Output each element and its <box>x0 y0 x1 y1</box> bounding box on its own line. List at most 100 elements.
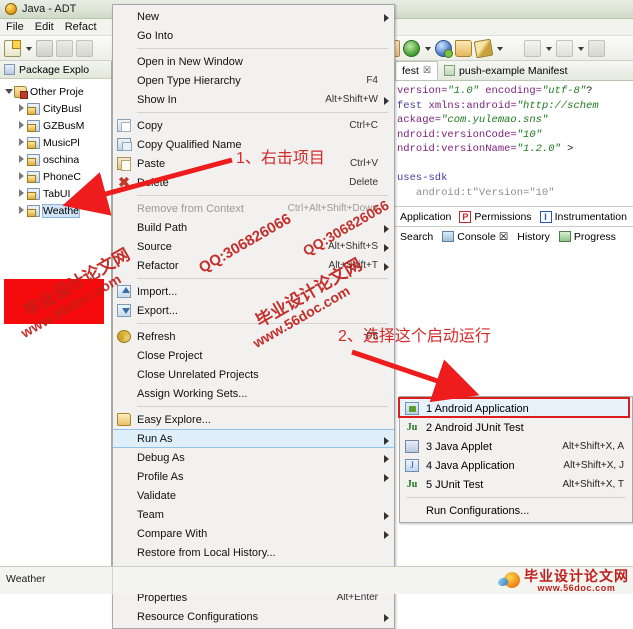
twisty-expanded-icon[interactable] <box>4 87 13 96</box>
tab-label: History <box>517 230 550 243</box>
menu-item-delete[interactable]: ✖ Delete Delete <box>113 173 394 192</box>
tab-instrumentation[interactable]: I Instrumentation <box>537 210 630 223</box>
menu-item-source[interactable]: Source Alt+Shift+S <box>113 237 394 256</box>
twisty-collapsed-icon[interactable] <box>17 189 26 198</box>
menu-item-assign-working-sets[interactable]: Assign Working Sets... <box>113 384 394 403</box>
save-icon[interactable] <box>36 39 53 57</box>
dropdown-arrow-icon[interactable] <box>576 40 585 57</box>
submenu-item-label: Run Configurations... <box>426 504 530 517</box>
tab-permissions[interactable]: P Permissions <box>456 210 534 223</box>
menu-item-debug-as[interactable]: Debug As <box>113 448 394 467</box>
submenu-arrow-icon <box>384 614 389 622</box>
menu-item-team[interactable]: Team <box>113 505 394 524</box>
tab-history[interactable]: History <box>514 231 553 243</box>
menu-item-copy[interactable]: Copy Ctrl+C <box>113 116 394 135</box>
menu-item-compare-with[interactable]: Compare With <box>113 524 394 543</box>
tree-item-weather[interactable]: Weathe <box>0 202 111 219</box>
tree-item-oschina[interactable]: oschina <box>0 151 111 168</box>
submenu-separator <box>406 497 626 498</box>
menu-item-validate[interactable]: Validate <box>113 486 394 505</box>
refresh-icon <box>117 330 131 343</box>
submenu-arrow-icon <box>384 455 389 463</box>
tree-item-tabui[interactable]: TabUI <box>0 185 111 202</box>
new-document-icon[interactable] <box>4 39 21 57</box>
tab-search[interactable]: Search <box>397 231 436 243</box>
dropdown-arrow-icon[interactable] <box>544 40 553 57</box>
twisty-collapsed-icon[interactable] <box>17 155 26 164</box>
tab-progress[interactable]: Progress <box>556 231 619 243</box>
menu-item-go-into[interactable]: Go Into <box>113 26 394 45</box>
run-icon[interactable] <box>403 39 420 57</box>
print-icon[interactable] <box>76 39 93 57</box>
menu-item-run-as[interactable]: Run As <box>113 429 394 448</box>
tree-item-other-projects[interactable]: Other Proje <box>0 83 111 100</box>
tree-item-gzbusm[interactable]: GZBusM <box>0 117 111 134</box>
dropdown-arrow-icon[interactable] <box>24 40 33 57</box>
menu-item-open-type-hierarchy[interactable]: Open Type Hierarchy F4 <box>113 71 394 90</box>
code-view[interactable]: version="1.0" encoding="utf-8"? fest xml… <box>395 81 633 206</box>
menu-item-export[interactable]: Export... <box>113 301 394 320</box>
tab-application[interactable]: Application <box>397 211 454 223</box>
tree-item-citybus[interactable]: CityBusl <box>0 100 111 117</box>
menu-item-show-in[interactable]: Show In Alt+Shift+W <box>113 90 394 109</box>
menu-item-label: Resource Configurations <box>137 610 259 623</box>
editor-tab-manifest[interactable]: fest ☒ <box>395 61 439 80</box>
menu-item-refactor[interactable]: Refactor Alt+Shift+T <box>113 256 394 275</box>
tree-item-phonec[interactable]: PhoneC <box>0 168 111 185</box>
tree-item-musicpl[interactable]: MusicPl <box>0 134 111 151</box>
menu-item-edit[interactable]: Edit <box>35 21 54 33</box>
run-as-submenu: 1 Android Application Ju 2 Android JUnit… <box>398 396 633 523</box>
open-folder-icon[interactable] <box>455 39 472 57</box>
editor-tab-push-example[interactable]: push-example Manifest <box>438 61 574 80</box>
twisty-collapsed-icon[interactable] <box>17 121 26 130</box>
dropdown-arrow-icon[interactable] <box>495 40 504 57</box>
twisty-collapsed-icon[interactable] <box>17 138 26 147</box>
package-explorer-tab-label: Package Explo <box>19 63 90 76</box>
submenu-item-android-junit-test[interactable]: Ju 2 Android JUnit Test <box>400 418 632 437</box>
back-icon[interactable] <box>588 39 605 57</box>
menu-item-build-path[interactable]: Build Path <box>113 218 394 237</box>
twisty-collapsed-icon[interactable] <box>17 172 26 181</box>
edit-icon[interactable] <box>473 38 494 58</box>
menu-item-accelerator: Ctrl+C <box>349 120 378 131</box>
close-icon[interactable]: ☒ <box>499 231 508 243</box>
run-dropdown-arrow-icon[interactable] <box>423 40 432 57</box>
next-annotation-icon[interactable] <box>524 39 541 57</box>
twisty-collapsed-icon[interactable] <box>17 206 26 215</box>
submenu-item-java-applet[interactable]: 3 Java Applet Alt+Shift+X, A <box>400 437 632 456</box>
menu-item-import[interactable]: Import... <box>113 282 394 301</box>
submenu-arrow-icon <box>384 474 389 482</box>
menu-item-close-project[interactable]: Close Project <box>113 346 394 365</box>
folder-icon <box>117 413 131 426</box>
menu-item-file[interactable]: File <box>6 21 24 33</box>
debug-icon[interactable] <box>435 39 453 58</box>
menu-item-resource-configurations[interactable]: Resource Configurations <box>113 607 394 626</box>
tree-item-label: CityBusl <box>43 102 82 115</box>
menu-item-close-unrelated-projects[interactable]: Close Unrelated Projects <box>113 365 394 384</box>
menu-separator <box>137 278 388 279</box>
menu-item-refactor[interactable]: Refact <box>65 21 97 33</box>
tab-package-explorer[interactable]: Package Explo <box>0 61 111 79</box>
window-title: Java - ADT <box>22 3 77 15</box>
save-all-icon[interactable] <box>56 39 73 57</box>
close-icon[interactable]: ☒ <box>423 65 431 76</box>
menu-item-restore-from-local-history[interactable]: Restore from Local History... <box>113 543 394 562</box>
menu-item-easy-explore[interactable]: Easy Explore... <box>113 410 394 429</box>
menu-item-open-in-new-window[interactable]: Open in New Window <box>113 52 394 71</box>
submenu-item-android-application[interactable]: 1 Android Application <box>398 397 632 418</box>
menu-item-new[interactable]: New <box>113 7 394 26</box>
twisty-collapsed-icon[interactable] <box>17 104 26 113</box>
site-logo-cn: 毕业设计论文网 <box>524 568 629 584</box>
previous-annotation-icon[interactable] <box>556 39 573 57</box>
submenu-item-junit-test[interactable]: Ju 5 JUnit Test Alt+Shift+X, T <box>400 475 632 494</box>
tab-console[interactable]: Console ☒ <box>439 231 511 243</box>
submenu-item-label: 2 Android JUnit Test <box>426 421 524 434</box>
submenu-item-java-application[interactable]: 4 Java Application Alt+Shift+X, J <box>400 456 632 475</box>
menu-item-profile-as[interactable]: Profile As <box>113 467 394 486</box>
tab-label: Application <box>400 210 452 223</box>
submenu-item-run-configurations[interactable]: Run Configurations... <box>400 501 632 520</box>
status-bar: Weather 毕业设计论文网 www.56doc.com <box>0 566 633 595</box>
annotation-step-1: 1、右击项目 <box>236 150 325 167</box>
copy-icon <box>117 119 131 132</box>
progress-icon <box>558 231 571 242</box>
